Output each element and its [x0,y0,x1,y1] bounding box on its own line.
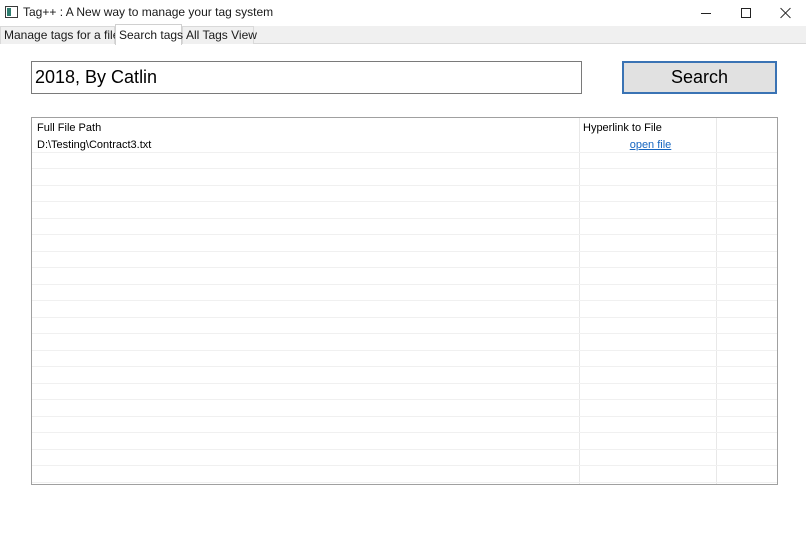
empty-table-row[interactable] [32,186,777,202]
empty-table-row[interactable] [32,368,777,384]
empty-table-row[interactable] [32,153,777,169]
title-bar: Tag++ : A New way to manage your tag sys… [0,0,806,26]
tab-search-tags[interactable]: Search tags [115,24,183,45]
maximize-button[interactable] [726,0,766,26]
file-path-cell[interactable]: D:\Testing\Contract3.txt [37,137,577,153]
empty-table-row[interactable] [32,351,777,367]
column-header-hyperlink[interactable]: Hyperlink to File [583,120,718,136]
empty-table-row[interactable] [32,219,777,235]
minimize-button[interactable] [686,0,726,26]
empty-table-row[interactable] [32,236,777,252]
empty-table-row[interactable] [32,450,777,466]
empty-table-row[interactable] [32,335,777,351]
empty-table-row[interactable] [32,467,777,483]
app-window: Tag++ : A New way to manage your tag sys… [0,0,806,538]
open-file-link[interactable]: open file [583,137,718,153]
empty-table-row[interactable] [32,417,777,433]
table-row[interactable]: D:\Testing\Contract3.txt open file [32,137,777,153]
search-input[interactable] [31,61,582,94]
app-icon [5,6,18,18]
tab-strip: Manage tags for a file All Tags View Sea… [0,24,806,45]
close-button[interactable] [766,0,806,26]
tab-all-tags-view[interactable]: All Tags View [182,26,257,44]
window-title: Tag++ : A New way to manage your tag sys… [23,5,274,19]
empty-table-row[interactable] [32,318,777,334]
maximize-icon [741,8,751,18]
empty-table-row[interactable] [32,434,777,450]
search-button[interactable]: Search [622,61,777,94]
empty-table-row[interactable] [32,252,777,268]
minimize-icon [701,12,711,14]
empty-table-row[interactable] [32,269,777,285]
empty-table-row[interactable] [32,384,777,400]
tab-manage-tags[interactable]: Manage tags for a file [0,26,119,44]
empty-table-row[interactable] [32,203,777,219]
grid-header-row: Full File Path Hyperlink to File [32,120,777,136]
column-header-full-file-path[interactable]: Full File Path [37,120,577,136]
empty-table-row[interactable] [32,302,777,318]
empty-table-row[interactable] [32,401,777,417]
close-icon [780,7,792,19]
empty-table-row[interactable] [32,285,777,301]
results-grid[interactable]: Full File Path Hyperlink to File D:\Test… [31,117,778,485]
empty-table-row[interactable] [32,170,777,186]
